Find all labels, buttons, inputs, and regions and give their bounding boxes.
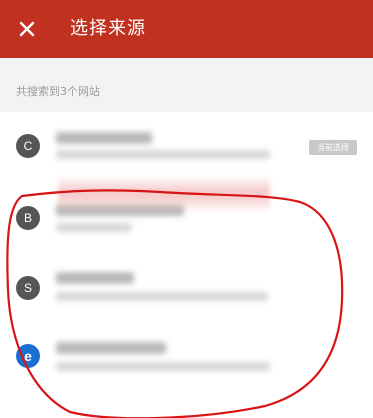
browser-e-icon: e — [16, 344, 40, 368]
source-item-e[interactable]: e — [0, 338, 373, 408]
source-name-blurred — [56, 342, 166, 354]
source-item-s[interactable]: S — [0, 272, 373, 342]
source-url-blurred — [56, 292, 268, 301]
highlight-band — [58, 176, 270, 212]
app-header: 选择来源 — [0, 0, 373, 58]
current-selection-badge: 当前选择 — [309, 140, 357, 155]
source-url-blurred — [56, 150, 270, 159]
source-url-blurred — [56, 223, 132, 232]
source-avatar: B — [16, 206, 40, 230]
source-avatar: C — [16, 134, 40, 158]
source-name-blurred — [56, 132, 152, 144]
source-url-blurred — [56, 362, 270, 371]
close-icon — [19, 21, 35, 37]
search-result-summary: 共搜索到3个网站 — [0, 58, 373, 112]
close-button[interactable] — [14, 16, 40, 42]
source-list: C 当前选择 B S e — [0, 112, 373, 418]
source-item-c[interactable]: C 当前选择 — [0, 112, 373, 182]
page-title: 选择来源 — [70, 18, 146, 39]
source-name-blurred — [56, 272, 134, 284]
result-count-text: 共搜索到3个网站 — [16, 85, 100, 98]
source-avatar: S — [16, 276, 40, 300]
